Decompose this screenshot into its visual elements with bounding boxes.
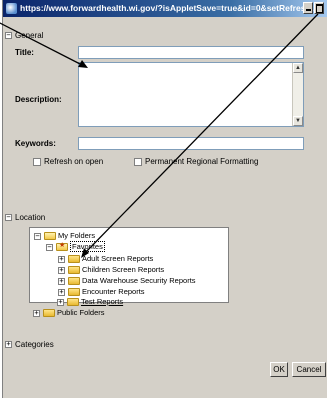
permanent-formatting-label: Permanent Regional Formatting [145, 157, 259, 166]
folder-icon [68, 255, 80, 264]
general-expand-icon[interactable]: − [5, 32, 12, 39]
expand-icon[interactable]: + [58, 266, 65, 274]
scroll-up-icon[interactable]: ▲ [293, 63, 303, 73]
categories-section-label: Categories [15, 340, 54, 349]
refresh-checkbox[interactable] [33, 158, 41, 166]
location-section-label: Location [15, 213, 46, 222]
folder-icon [68, 266, 80, 275]
tree-node-my-folders[interactable]: − My Folders [34, 231, 95, 241]
scroll-down-icon[interactable]: ▼ [293, 116, 303, 126]
title-bar[interactable]: https://www.forwardhealth.wi.gov/?isAppl… [3, 0, 327, 17]
folder-icon [67, 298, 79, 307]
tree-node-encounter-reports[interactable]: + Encounter Reports [58, 287, 145, 297]
favorites-folder-icon [56, 241, 68, 252]
description-input[interactable] [78, 62, 304, 127]
ok-button[interactable]: OK [270, 362, 288, 377]
expand-icon[interactable]: + [58, 288, 65, 296]
description-area: ▲ ▼ [78, 62, 304, 127]
tree-node-children-screen-reports[interactable]: + Children Screen Reports [58, 265, 164, 275]
expand-icon[interactable]: + [57, 298, 64, 306]
folder-icon [68, 277, 80, 286]
description-scrollbar[interactable]: ▲ ▼ [292, 63, 303, 126]
expand-icon[interactable]: + [33, 309, 40, 317]
title-label: Title: [15, 48, 34, 57]
keywords-label: Keywords: [15, 139, 56, 148]
tree-node-adult-screen-reports[interactable]: + Adult Screen Reports [58, 254, 153, 264]
keywords-input[interactable] [78, 137, 304, 150]
expand-icon[interactable]: + [58, 255, 65, 263]
window-title: https://www.forwardhealth.wi.gov/?isAppl… [20, 3, 318, 13]
tree-node-test-reports[interactable]: + Test Reports [57, 297, 123, 307]
categories-expand-icon[interactable]: + [5, 341, 12, 348]
tree-node-public-folders[interactable]: + Public Folders [33, 308, 105, 318]
permanent-formatting-checkbox[interactable] [134, 158, 142, 166]
minimize-button[interactable] [303, 2, 313, 14]
expand-icon[interactable]: + [58, 277, 65, 285]
tree-node-data-warehouse-security-reports[interactable]: + Data Warehouse Security Reports [58, 276, 196, 286]
browser-icon [6, 3, 17, 14]
collapse-icon[interactable]: − [34, 232, 41, 240]
folder-tree: −My Folders −Favorites +Adult Screen Rep… [29, 227, 229, 303]
tree-node-favorites[interactable]: −Favorites [46, 241, 105, 253]
dialog-window: https://www.forwardhealth.wi.gov/?isAppl… [2, 0, 327, 398]
folder-open-icon [44, 232, 56, 241]
general-section-label: General [15, 31, 44, 40]
title-input[interactable] [78, 46, 304, 59]
refresh-label: Refresh on open [44, 157, 104, 166]
folder-icon [68, 288, 80, 297]
folder-icon [43, 309, 55, 318]
description-label: Description: [15, 95, 62, 104]
maximize-button[interactable] [314, 2, 324, 14]
location-expand-icon[interactable]: − [5, 214, 12, 221]
collapse-icon[interactable]: − [46, 243, 53, 251]
cancel-button[interactable]: Cancel [292, 362, 326, 377]
